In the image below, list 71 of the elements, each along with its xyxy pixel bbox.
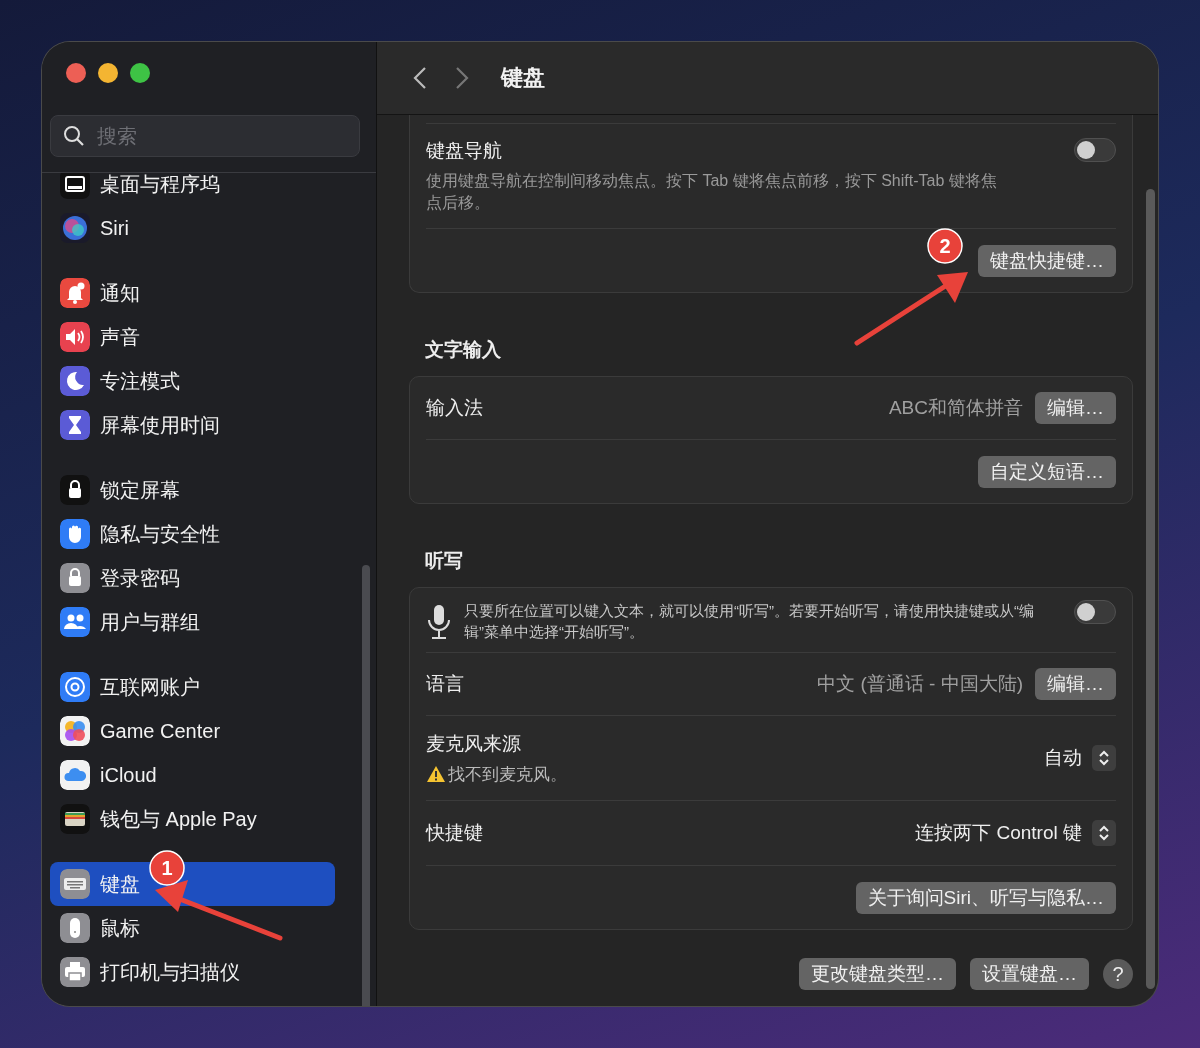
sidebar-item[interactable]: 专注模式 <box>50 359 335 403</box>
step-number-badge: 2 <box>927 228 963 264</box>
sidebar-item[interactable]: 用户与群组 <box>50 600 335 644</box>
window-title: 键盘 <box>501 64 545 92</box>
bell-icon <box>60 278 90 308</box>
sidebar-item[interactable]: 隐私与安全性 <box>50 512 335 556</box>
help-button[interactable]: ? <box>1103 959 1133 989</box>
bubbles-icon <box>60 716 90 746</box>
wallet-icon <box>60 804 90 834</box>
minimize-button[interactable] <box>98 63 118 83</box>
padlock-icon <box>60 475 90 505</box>
sidebar-item[interactable]: Siri <box>50 206 335 250</box>
setting-description: 只要所在位置可以键入文本，就可以使用“听写”。若要开始听写，请使用快捷键或从“编辑”菜单中选择“开始听写”。 <box>464 601 1035 642</box>
setting-label: 输入法 <box>426 396 484 420</box>
section-title: 文字输入 <box>425 339 501 360</box>
sidebar-item[interactable]: 鼠标 <box>50 906 335 950</box>
moon-icon <box>60 366 90 396</box>
sidebar-item[interactable]: 声音 <box>50 315 335 359</box>
toggle-switch[interactable] <box>1074 600 1116 624</box>
printer-icon <box>60 957 90 987</box>
padlock-icon <box>60 563 90 593</box>
sidebar-item[interactable]: 锁定屏幕 <box>50 468 335 512</box>
section-title: 听写 <box>425 550 463 571</box>
action-button[interactable]: 自定义短语… <box>978 455 1116 488</box>
scrollbar-thumb[interactable] <box>1146 189 1155 989</box>
setting-value: ABC和简体拼音 <box>888 396 1023 420</box>
action-button[interactable]: 关于询问Siri、听写与隐私… <box>855 881 1116 914</box>
setting-value: 中文 (普通话 - 中国大陆) <box>817 672 1023 696</box>
orb-icon <box>60 213 90 243</box>
sidebar-item[interactable]: 桌面与程序坞 <box>50 173 335 206</box>
stepper-icon[interactable] <box>1092 820 1116 846</box>
sidebar-item[interactable]: iCloud <box>50 753 335 797</box>
cloud-icon <box>60 760 90 790</box>
keyboard-icon <box>60 869 90 899</box>
warning-text: 找不到麦克风。 <box>448 763 567 786</box>
sidebar-item[interactable]: 钱包与 Apple Pay <box>50 797 335 841</box>
search-field[interactable]: 搜索 <box>50 115 360 157</box>
sidebar-item[interactable]: 屏幕使用时间 <box>50 403 335 447</box>
action-button[interactable]: 键盘快捷键… <box>978 244 1116 277</box>
hand-icon <box>60 519 90 549</box>
sidebar-item[interactable]: Game Center <box>50 709 335 753</box>
speaker-icon <box>60 322 90 352</box>
microphone-icon <box>426 604 452 642</box>
search-icon <box>63 125 85 147</box>
popup-value[interactable]: 自动 <box>1044 745 1082 771</box>
sidebar-item[interactable]: 通知 <box>50 271 335 315</box>
sidebar-item[interactable]: 打印机与扫描仪 <box>50 950 335 994</box>
footer-button[interactable]: 设置键盘… <box>970 958 1089 990</box>
people-icon <box>60 607 90 637</box>
scrollbar-thumb[interactable] <box>362 565 370 1006</box>
close-button[interactable] <box>66 63 86 83</box>
sidebar-item[interactable]: 登录密码 <box>50 556 335 600</box>
setting-label: 键盘导航 <box>426 139 503 163</box>
mouse-icon <box>60 913 90 943</box>
edit-button[interactable]: 编辑… <box>1035 668 1116 700</box>
sidebar-item[interactable]: 互联网账户 <box>50 665 335 709</box>
setting-label: 快捷键 <box>426 821 484 845</box>
hourglass-icon <box>60 410 90 440</box>
stepper-icon[interactable] <box>1092 745 1116 771</box>
edit-button[interactable]: 编辑… <box>1035 392 1116 424</box>
popup-value[interactable]: 连按两下 Control 键 <box>915 820 1082 846</box>
search-input[interactable]: 搜索 <box>95 123 299 149</box>
setting-label: 麦克风来源 <box>426 731 522 756</box>
warning-icon <box>426 765 446 783</box>
setting-description: 使用键盘导航在控制间移动焦点。按下 Tab 键将焦点前移，按下 Shift-Tab 键将焦点后移。 <box>426 171 998 213</box>
zoom-button[interactable] <box>130 63 150 83</box>
toggle-switch[interactable] <box>1074 138 1116 162</box>
window-icon <box>60 173 90 199</box>
setting-label: 语言 <box>426 672 465 696</box>
step-number-badge: 1 <box>149 850 185 886</box>
footer-button[interactable]: 更改键盘类型… <box>799 958 956 990</box>
